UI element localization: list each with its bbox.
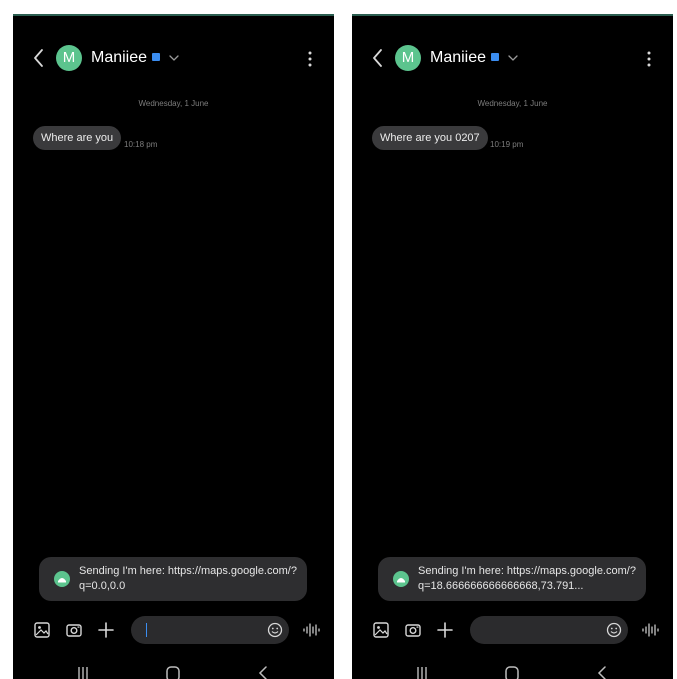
message-bubble[interactable]: Where are you 0207 bbox=[372, 126, 488, 150]
back-icon[interactable] bbox=[368, 47, 388, 69]
avatar[interactable]: M bbox=[395, 45, 421, 71]
app-bar: M Maniiee bbox=[13, 42, 334, 74]
back-icon[interactable] bbox=[29, 47, 49, 69]
maps-icon bbox=[393, 571, 409, 587]
message-input[interactable] bbox=[470, 616, 628, 644]
phone-screen-right: M Maniiee Wednesday, 1 June Where are yo… bbox=[352, 14, 673, 679]
home-icon[interactable] bbox=[504, 664, 520, 679]
camera-icon[interactable] bbox=[65, 621, 83, 639]
sending-text: Sending I'm here: https://maps.google.co… bbox=[79, 565, 297, 592]
verified-badge-icon bbox=[491, 53, 499, 61]
contact-name[interactable]: Maniiee bbox=[91, 48, 147, 68]
nav-back-icon[interactable] bbox=[594, 664, 610, 679]
emoji-icon[interactable] bbox=[267, 622, 283, 638]
maps-icon bbox=[54, 571, 70, 587]
camera-icon[interactable] bbox=[404, 621, 422, 639]
voice-icon[interactable] bbox=[302, 621, 320, 639]
gallery-icon[interactable] bbox=[372, 621, 390, 639]
more-vert-icon[interactable] bbox=[641, 49, 657, 69]
gallery-icon[interactable] bbox=[33, 621, 51, 639]
nav-back-icon[interactable] bbox=[255, 664, 271, 679]
message-input[interactable] bbox=[131, 616, 289, 644]
avatar[interactable]: M bbox=[56, 45, 82, 71]
emoji-icon[interactable] bbox=[606, 622, 622, 638]
text-cursor bbox=[146, 623, 147, 637]
sending-location-banner[interactable]: Sending I'm here: https://maps.google.co… bbox=[378, 557, 646, 601]
contact-name[interactable]: Maniiee bbox=[430, 48, 486, 68]
sending-location-banner[interactable]: Sending I'm here: https://maps.google.co… bbox=[39, 557, 307, 601]
compose-row bbox=[352, 614, 673, 646]
date-separator: Wednesday, 1 June bbox=[477, 99, 548, 108]
recents-icon[interactable] bbox=[414, 664, 430, 679]
plus-icon[interactable] bbox=[436, 621, 454, 639]
chevron-down-icon[interactable] bbox=[506, 51, 520, 65]
app-bar: M Maniiee bbox=[352, 42, 673, 74]
phone-screen-left: M Maniiee Wednesday, 1 June Where are yo… bbox=[13, 14, 334, 679]
message-bubble[interactable]: Where are you bbox=[33, 126, 122, 150]
message-time: 10:19 pm bbox=[490, 140, 524, 149]
system-nav-bar bbox=[13, 661, 334, 679]
home-icon[interactable] bbox=[165, 664, 181, 679]
plus-icon[interactable] bbox=[97, 621, 115, 639]
voice-icon[interactable] bbox=[641, 621, 659, 639]
system-nav-bar bbox=[352, 661, 673, 679]
date-separator: Wednesday, 1 June bbox=[138, 99, 209, 108]
verified-badge-icon bbox=[152, 53, 160, 61]
more-vert-icon[interactable] bbox=[302, 49, 318, 69]
compose-row bbox=[13, 614, 334, 646]
chevron-down-icon[interactable] bbox=[167, 51, 181, 65]
recents-icon[interactable] bbox=[75, 664, 91, 679]
message-time: 10:18 pm bbox=[124, 140, 158, 149]
sending-text: Sending I'm here: https://maps.google.co… bbox=[418, 565, 636, 592]
